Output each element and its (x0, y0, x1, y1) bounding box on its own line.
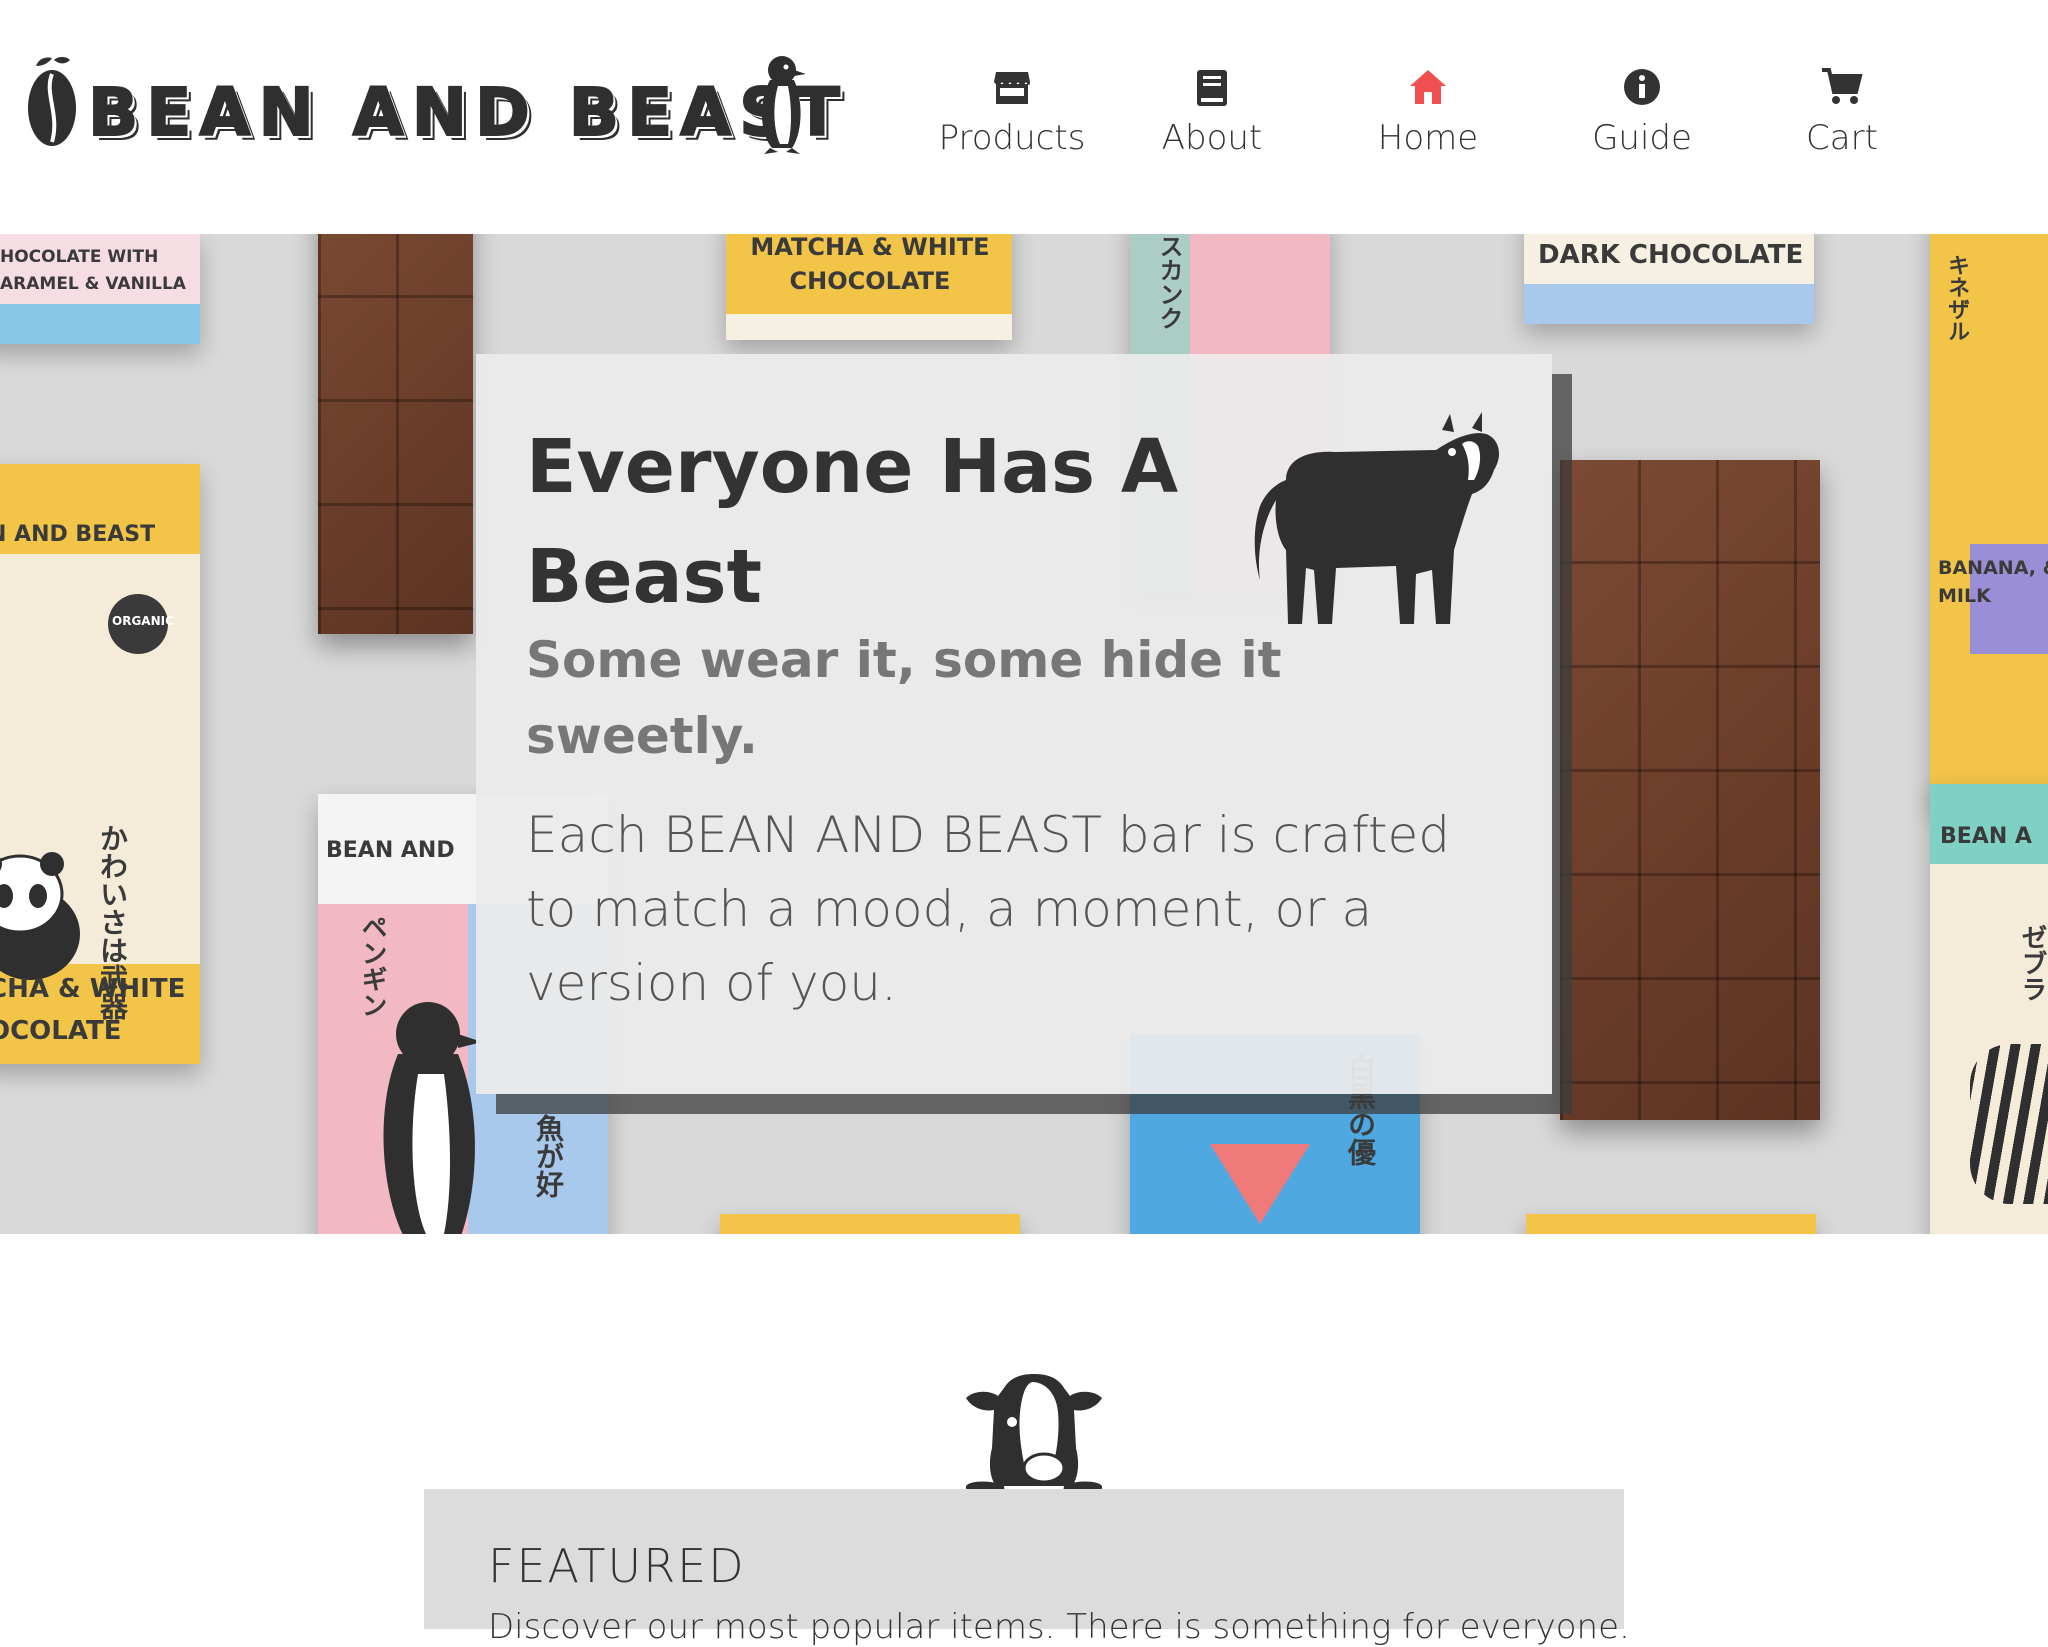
nav-cart-label: Cart (1806, 118, 1878, 158)
hero-banner: HOCOLATE WITH ARAMEL & VANILLA MATCHA & … (0, 234, 2048, 1234)
chocolate-bar-right (1560, 460, 1820, 1120)
package-caramel: HOCOLATE WITH ARAMEL & VANILLA (0, 234, 200, 344)
nav-guide-label: Guide (1592, 118, 1692, 158)
cart-icon (1822, 68, 1863, 104)
brand-name: BEAN AND BEAST (87, 73, 848, 152)
package-triangle (1210, 1144, 1310, 1224)
cow-icon (1254, 412, 1500, 624)
package-matcha-top: MATCHA & WHITE CHOCOLATE (726, 234, 1012, 340)
nav-home[interactable]: Home (1338, 64, 1518, 158)
hero-title: Everyone Has A Beast (526, 424, 1179, 620)
nav-products[interactable]: Products (922, 64, 1102, 158)
package-right-jp: キネザル (1944, 254, 1969, 342)
package-right-top: キネザル BANANA, & MILK (1930, 234, 2048, 804)
site-header: BEAN AND BEAST Products About Home Guide… (0, 0, 2048, 234)
chocolate-bar (318, 234, 473, 634)
hero-card: Everyone Has A Beast Some wear it, some … (476, 354, 1552, 1094)
package-zebra-jp: ゼブラ (2017, 924, 2047, 1002)
organic-badge-text: ORGANIC (112, 614, 174, 628)
package-caramel-text: HOCOLATE WITH ARAMEL & VANILLA (0, 247, 186, 294)
nav-guide[interactable]: Guide (1552, 64, 1732, 158)
nav-about[interactable]: About (1122, 64, 1302, 158)
main-nav: Products About Home Guide Cart (900, 64, 1960, 174)
package-matcha-top-text: MATCHA & WHITE CHOCOLATE (750, 234, 990, 295)
nav-products-label: Products (938, 118, 1086, 158)
brand-logo[interactable]: BEAN AND BEAST (22, 52, 841, 162)
package-dark: DARK CHOCOLATE (1524, 234, 1814, 324)
package-bottom-2 (1526, 1214, 1816, 1234)
featured-description: Discover our most popular items. There i… (488, 1607, 1630, 1647)
store-icon (994, 72, 1030, 104)
panda-icon (0, 852, 80, 980)
featured-section: FEATURED Discover our most popular items… (424, 1489, 1630, 1647)
cocoa-bean-icon (28, 57, 76, 146)
hero-body: Each BEAN AND BEAST bar is crafted to ma… (526, 806, 1451, 1012)
home-icon (1410, 70, 1446, 104)
hero-subtitle: Some wear it, some hide it sweetly. (526, 631, 1282, 765)
book-icon (1197, 70, 1227, 106)
nav-about-label: About (1161, 118, 1263, 158)
zebra-illustration (1970, 1044, 2048, 1204)
package-brand-penguin: BEAN AND (326, 838, 455, 863)
package-panda: N AND BEAST かわいさは武器 ORGANIC CHA & WHITE … (0, 464, 200, 1064)
package-fish-jp: 魚が好 (532, 1114, 565, 1198)
penguin-illustration (383, 1002, 482, 1234)
package-skunk-jp: スカンク (1155, 234, 1183, 330)
package-dark-text: DARK CHOCOLATE (1538, 240, 1804, 270)
package-matcha-left-text: CHA & WHITE OCOLATE (0, 974, 186, 1046)
nav-cart[interactable]: Cart (1752, 64, 1932, 158)
nav-home-label: Home (1377, 118, 1479, 158)
featured-title: FEATURED (488, 1539, 746, 1593)
info-icon (1624, 69, 1660, 105)
package-brand-left: N AND BEAST (0, 522, 156, 547)
package-brand-right: BEAN A (1940, 824, 2032, 849)
package-banana-text: BANANA, & MILK (1938, 557, 2048, 607)
package-zebra: BEAN A ゼブラ (1930, 784, 2048, 1234)
package-bottom-1 (720, 1214, 1020, 1234)
penguin-icon (761, 56, 806, 154)
